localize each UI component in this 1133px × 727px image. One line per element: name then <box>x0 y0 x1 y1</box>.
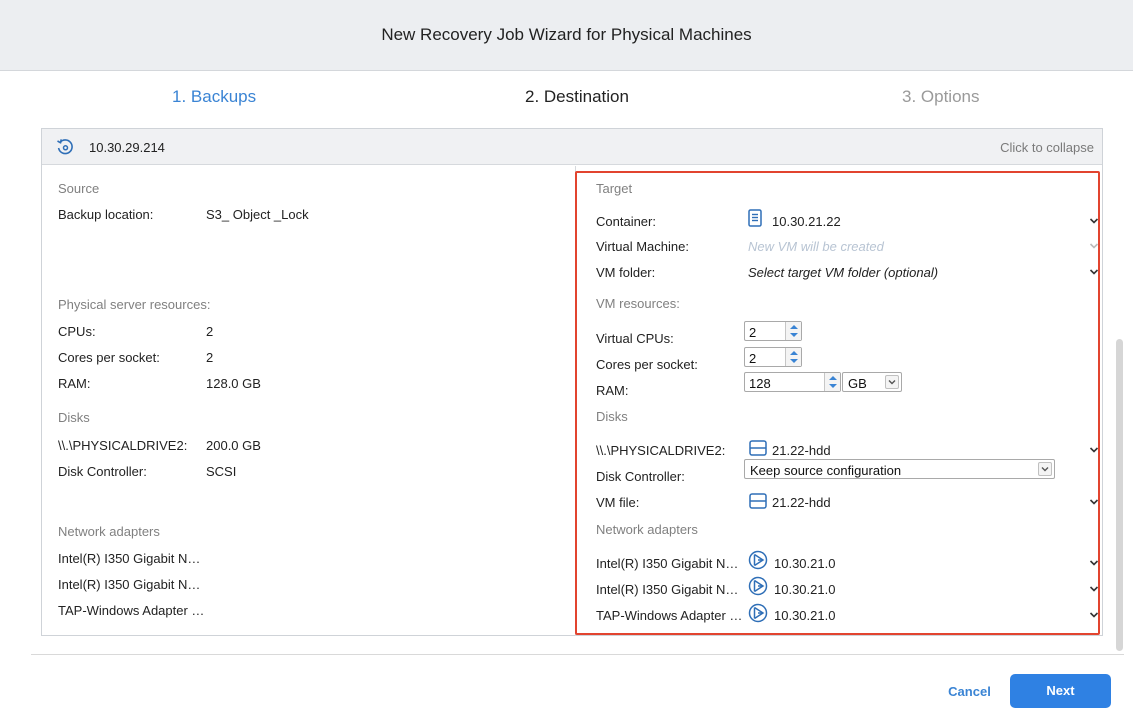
source-controller-value: SCSI <box>206 464 237 479</box>
cpus-value: 2 <box>206 324 214 339</box>
wizard-titlebar: New Recovery Job Wizard for Physical Mac… <box>0 0 1133 71</box>
physical-resources-heading: Physical server resources: <box>58 297 211 312</box>
source-drive-label: \\.\PHYSICALDRIVE2: <box>58 438 188 453</box>
backup-location-label: Backup location: <box>58 207 154 222</box>
cpus-label: CPUs: <box>58 324 96 339</box>
source-adapter: Intel(R) I350 Gigabit N… <box>58 577 201 592</box>
backup-location-value: S3_ Object _Lock <box>206 207 309 222</box>
source-drive-value: 200.0 GB <box>206 438 261 453</box>
scrollbar[interactable] <box>1115 124 1124 655</box>
scrollbar-thumb[interactable] <box>1116 339 1123 651</box>
next-button[interactable]: Next <box>1010 674 1111 708</box>
collapse-link[interactable]: Click to collapse <box>1000 140 1094 155</box>
source-adapter: Intel(R) I350 Gigabit N… <box>58 551 201 566</box>
restore-icon <box>56 138 74 156</box>
step-destination[interactable]: 2. Destination <box>525 87 629 107</box>
source-network-heading: Network adapters <box>58 524 160 539</box>
cancel-button[interactable]: Cancel <box>932 678 1007 706</box>
source-adapter: TAP-Windows Adapter … <box>58 603 205 618</box>
step-backups[interactable]: 1. Backups <box>172 87 256 107</box>
ram-label: RAM: <box>58 376 91 391</box>
cores-per-socket-value: 2 <box>206 350 214 365</box>
panel-header[interactable]: 10.30.29.214 Click to collapse <box>42 129 1102 165</box>
source-disks-heading: Disks <box>58 410 90 425</box>
wizard-title: New Recovery Job Wizard for Physical Mac… <box>381 25 752 44</box>
source-controller-label: Disk Controller: <box>58 464 147 479</box>
highlight-frame <box>575 171 1100 635</box>
cores-per-socket-label: Cores per socket: <box>58 350 160 365</box>
ram-value: 128.0 GB <box>206 376 261 391</box>
source-heading: Source <box>58 181 100 196</box>
wizard-steps: 1. Backups 2. Destination 3. Options <box>0 71 1133 123</box>
step-options: 3. Options <box>902 87 980 106</box>
machine-name: 10.30.29.214 <box>89 140 165 155</box>
